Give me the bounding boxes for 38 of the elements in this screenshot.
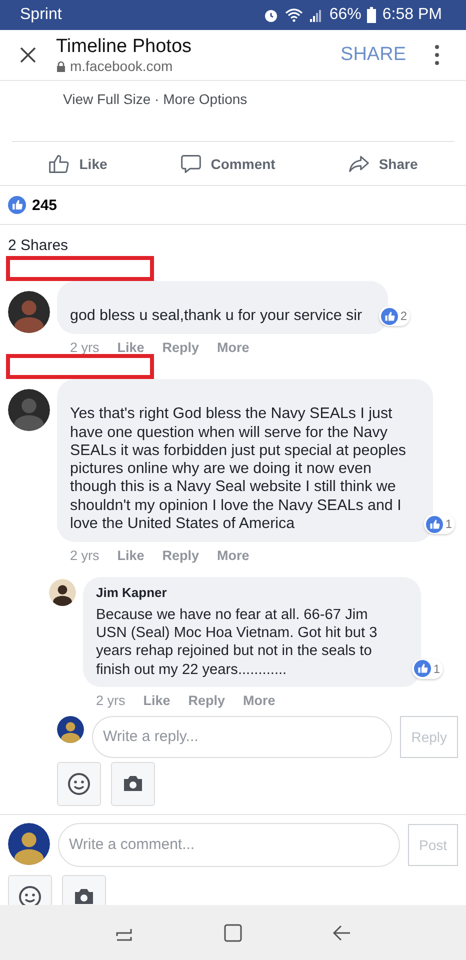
like-count-badge[interactable]: 2 — [379, 306, 410, 326]
photo-options-link[interactable]: View Full Size · More Options — [63, 91, 248, 107]
comment-time: 2 yrs — [70, 340, 100, 356]
like-link[interactable]: Like — [143, 692, 170, 708]
reaction-count[interactable]: 245 — [32, 196, 58, 214]
reply-link[interactable]: Reply — [188, 692, 226, 708]
like-link[interactable]: Like — [117, 340, 144, 356]
page-url: m.facebook.com — [70, 58, 173, 74]
reply-link[interactable]: Reply — [162, 548, 200, 564]
like-count: 1 — [433, 660, 440, 678]
like-count: 1 — [445, 516, 452, 534]
comment-time: 2 yrs — [96, 692, 126, 708]
page-title: Timeline Photos — [56, 36, 193, 58]
reply-button[interactable]: Reply — [400, 716, 458, 758]
comment-text: Because we have no fear at all. 66-67 Jim USN (Seal) Moc Hoa Vietnam. Got hit but 3 years rehap rejoined but not in the seals to finish out my 22 years............ — [96, 606, 378, 679]
comment-action-button[interactable]: Comment — [174, 148, 282, 178]
like-count-badge[interactable]: 1 — [424, 514, 455, 534]
reply-field[interactable]: Write a reply... — [92, 716, 392, 758]
comment-time: 2 yrs — [70, 548, 100, 564]
reply-link[interactable]: Reply — [162, 340, 200, 356]
share-count[interactable]: 2 Shares — [0, 225, 76, 254]
share-button[interactable]: SHARE — [340, 44, 406, 66]
comment-text: god bless u seal,thank u for your service sir — [70, 307, 362, 326]
share-action-button[interactable]: Share — [342, 148, 424, 178]
like-action-button[interactable]: Like — [42, 148, 114, 178]
carrier-name: Sprint — [20, 6, 62, 24]
more-link[interactable]: More — [217, 340, 250, 356]
comment-text: Yes that's right God bless the Navy SEALs I just have one question when will serve for the Navy SEALs it was forbidden just put special at peoples pictures online why are we doing it now even though this is a Navy Seal website I still think we shouldn't my opinion I love the Navy SEALs and I love the United States of America — [70, 405, 407, 534]
comment-field[interactable]: Write a comment... — [58, 822, 400, 867]
more-link[interactable]: More — [243, 692, 276, 708]
battery-percent: 66% — [329, 6, 362, 24]
like-count-badge[interactable]: 1 — [412, 658, 443, 679]
more-link[interactable]: More — [217, 548, 250, 564]
comment-author[interactable]: Jim Kapner — [96, 584, 395, 603]
post-button[interactable]: Post — [408, 824, 458, 866]
like-link[interactable]: Like — [117, 548, 144, 564]
like-count: 2 — [400, 308, 408, 325]
clock-time: 6:58 PM — [382, 6, 442, 24]
